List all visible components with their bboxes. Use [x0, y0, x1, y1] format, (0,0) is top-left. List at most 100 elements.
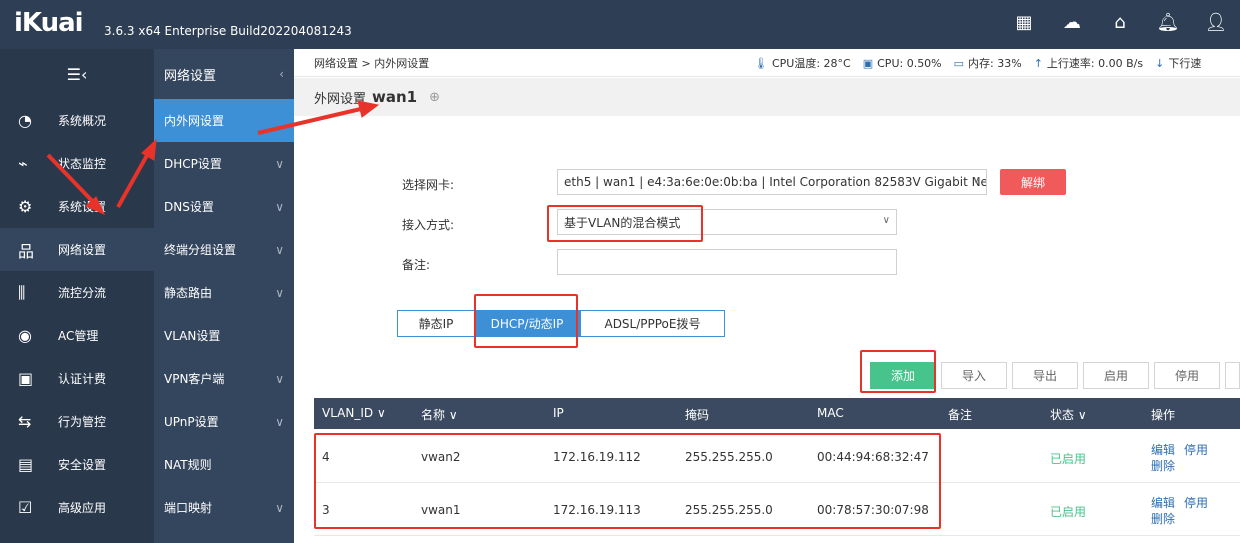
breadcrumb[interactable]: 网络设置 > 内外网设置 [294, 55, 429, 71]
submenu-item-upnp[interactable]: UPnP设置 ∨ [154, 400, 294, 443]
col-actions: 操作 [1151, 408, 1176, 422]
sidebar-item-advanced[interactable]: ☑ 高级应用 [0, 486, 154, 529]
disable-link[interactable]: 停用 [1184, 494, 1208, 511]
col-mask: 掩码 [685, 408, 710, 422]
submenu-item-dns[interactable]: DNS设置 ∨ [154, 185, 294, 228]
thermometer-icon: 🌡︎ [754, 56, 768, 70]
cpu-icon: ▣ [862, 56, 874, 70]
nic-select[interactable]: eth5 | wan1 | e4:3a:6e:0e:0b:ba | Intel … [557, 169, 987, 195]
unbind-button[interactable]: 解绑 [1000, 169, 1066, 195]
sidebar-item-network[interactable]: 品网络设置 [0, 228, 154, 271]
table-header: VLAN_ID ∨ 名称 ∨ IP 掩码 MAC 备注 状态 ∨ 操作 [314, 398, 1240, 429]
submenu-item-nat[interactable]: NAT规则 [154, 443, 294, 486]
disable-link[interactable]: 停用 [1184, 441, 1208, 458]
monitor-icon: ⌁ [18, 154, 28, 173]
status-badge: 已启用 [1050, 452, 1087, 466]
sidebar-item-system[interactable]: ⚙ 系统设置 [0, 185, 154, 228]
add-button[interactable]: 添加 [870, 362, 936, 389]
sidebar-item-flow[interactable]: ⫼ 流控分流 [0, 271, 154, 314]
download-rate: 下行速 [1168, 57, 1202, 70]
delete-link[interactable]: 删除 [1151, 510, 1175, 527]
add-circle-icon[interactable]: ⊕ [429, 90, 440, 105]
user-icon[interactable]: 👤︎ [1192, 12, 1240, 33]
cpu-usage: CPU: 0.50% [877, 56, 942, 70]
upload-icon: ↑ [1033, 56, 1043, 70]
chevron-down-icon: ∨ [275, 242, 284, 257]
enable-button[interactable]: 启用 [1083, 362, 1149, 389]
chevron-down-icon: ∨ [275, 500, 284, 515]
disable-button[interactable]: 停用 [1154, 362, 1220, 389]
breadcrumb-bar: 网络设置 > 内外网设置 🌡︎ CPU温度: 28°C ▣ CPU: 0.50% ▭… [294, 49, 1240, 77]
mode-label: 接入方式: [402, 218, 455, 232]
nic-label: 选择网卡: [402, 178, 455, 192]
sidebar-item-behavior[interactable]: ⇆ 行为管控 [0, 400, 154, 443]
tab-dhcp[interactable]: DHCP/动态IP [474, 311, 580, 336]
delete-link[interactable]: 删除 [1151, 457, 1175, 474]
submenu-item-static-route[interactable]: 静态路由 ∨ [154, 271, 294, 314]
col-vlan-id[interactable]: VLAN_ID ∨ [322, 406, 386, 420]
submenu-item-port-mapping[interactable]: 端口映射 ∨ [154, 486, 294, 529]
version-text: 3.6.3 x64 Enterprise Build202204081243 [104, 24, 352, 38]
gear-icon: ⚙ [18, 197, 33, 216]
upload-rate: 上行速率: 0.00 B/s [1046, 57, 1144, 70]
status-badge: 已启用 [1050, 505, 1087, 519]
grid-icon[interactable]: ▦ [1000, 12, 1048, 33]
submenu-item-dhcp[interactable]: DHCP设置 ∨ [154, 142, 294, 185]
submenu-item-vlan[interactable]: VLAN设置 [154, 314, 294, 357]
memory-usage: 内存: 33% [968, 57, 1022, 70]
secondary-sidebar: 网络设置 ‹ 内外网设置 DHCP设置 ∨ DNS设置 ∨ 终端分组设置 ∨ 静态路由 ∨… [154, 49, 294, 543]
download-icon: ↓ [1155, 56, 1165, 70]
bell-icon[interactable]: 🔔︎ [1144, 12, 1192, 33]
network-icon: 品 [18, 241, 35, 261]
chevron-down-icon: ∨ [882, 215, 890, 226]
more-button[interactable] [1225, 362, 1240, 389]
chevron-left-icon[interactable]: ‹ [279, 67, 284, 81]
logo[interactable]: iKuai [14, 8, 84, 38]
sidebar-item-ac[interactable]: ◉ AC管理 [0, 314, 154, 357]
tab-pppoe[interactable]: ADSL/PPPoE拨号 [580, 311, 724, 336]
col-mac: MAC [817, 406, 844, 420]
chevron-down-icon: ∨ [275, 285, 284, 300]
tab-static-ip[interactable]: 静态IP [398, 311, 474, 336]
sidebar-item-security[interactable]: ▤ 安全设置 [0, 443, 154, 486]
chevron-down-icon: ∨ [275, 156, 284, 171]
chevron-down-icon: ∨ [275, 414, 284, 429]
chevron-down-icon: ∨ [275, 371, 284, 386]
page-title: wan1 [372, 88, 418, 106]
top-bar: iKuai 3.6.3 x64 Enterprise Build20220408… [0, 0, 1240, 49]
sidebar-item-overview[interactable]: ◔ 系统概况 [0, 99, 154, 142]
mode-select[interactable]: 基于VLAN的混合模式 ∨ [557, 209, 897, 235]
sidebar-item-monitor[interactable]: ⌁ 状态监控 [0, 142, 154, 185]
col-name[interactable]: 名称 ∨ [421, 406, 458, 423]
chevron-down-icon: ∨ [972, 175, 980, 186]
dashboard-icon: ◔ [18, 111, 32, 130]
page-header: 外网设置 wan1 ⊕ [294, 78, 1240, 116]
table-row: 4 vwan2 172.16.19.112 255.255.255.0 00:4… [314, 430, 1240, 483]
memory-icon: ▭ [953, 56, 965, 70]
page-label: 外网设置 [314, 91, 367, 107]
submenu-title: 网络设置 ‹ [164, 67, 284, 84]
col-ip: IP [553, 406, 564, 420]
col-status[interactable]: 状态 ∨ [1050, 406, 1087, 423]
import-button[interactable]: 导入 [941, 362, 1007, 389]
submenu-item-wan-lan[interactable]: 内外网设置 [154, 99, 294, 142]
primary-sidebar: ☰‹ ◔ 系统概况 ⌁ 状态监控 ⚙ 系统设置 品网络设置 ⫼ 流控分流 ◉ AC管理 ▣… [0, 49, 154, 543]
connection-tabs: 静态IP DHCP/动态IP ADSL/PPPoE拨号 [397, 310, 725, 337]
auth-icon: ▣ [18, 369, 34, 388]
collapse-menu-icon[interactable]: ☰‹ [0, 49, 154, 99]
edit-link[interactable]: 编辑 [1151, 441, 1175, 458]
cloud-icon[interactable]: ☁ [1048, 12, 1096, 33]
home-icon[interactable]: ⌂ [1096, 12, 1144, 33]
submenu-item-terminal-group[interactable]: 终端分组设置 ∨ [154, 228, 294, 271]
note-label: 备注: [402, 258, 431, 272]
note-input[interactable] [557, 249, 897, 275]
flow-icon: ⫼ [18, 282, 26, 302]
edit-link[interactable]: 编辑 [1151, 494, 1175, 511]
export-button[interactable]: 导出 [1012, 362, 1078, 389]
wifi-icon: ◉ [18, 326, 32, 345]
sidebar-item-auth[interactable]: ▣ 认证计费 [0, 357, 154, 400]
behavior-icon: ⇆ [18, 412, 32, 431]
submenu-item-vpn[interactable]: VPN客户端 ∨ [154, 357, 294, 400]
firewall-icon: ▤ [18, 455, 34, 474]
advanced-icon: ☑ [18, 498, 33, 517]
